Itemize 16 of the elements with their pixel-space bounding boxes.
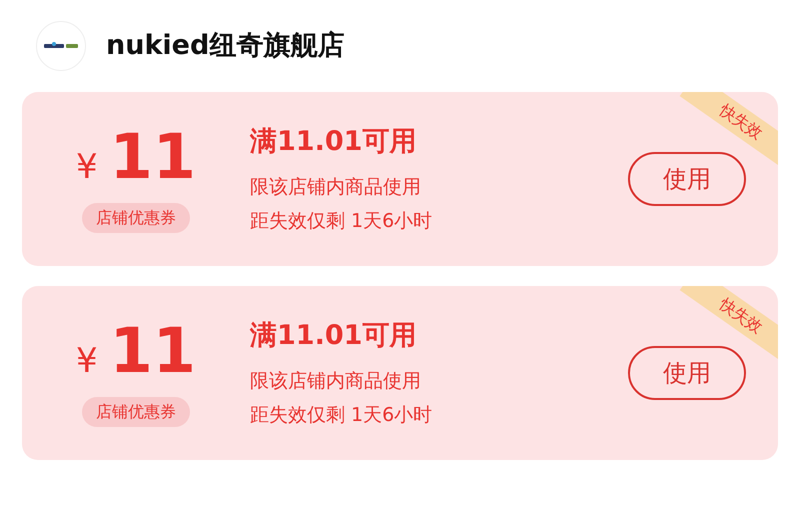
store-logo-icon [36,21,86,71]
coupon-amount: 11 [110,320,196,382]
use-button[interactable]: 使用 [628,152,746,206]
coupon-expiry: 距失效仅剩 1天6小时 [250,209,434,234]
coupon-type-tag: 店铺优惠券 [82,202,190,232]
coupon-type-tag: 店铺优惠券 [82,396,190,426]
coupon-scope: 限该店铺内商品使用 [250,174,422,200]
coupon-expiry: 距失效仅剩 1天6小时 [250,403,434,428]
coupon-condition: 满11.01可用 [250,319,418,354]
coupon-scope: 限该店铺内商品使用 [250,368,422,394]
store-name: nukied纽奇旗舰店 [106,28,344,63]
currency-symbol: ¥ [76,340,98,382]
currency-symbol: ¥ [76,146,98,188]
coupon-condition: 满11.01可用 [250,125,418,160]
use-button[interactable]: 使用 [628,346,746,400]
coupon-amount: 11 [110,126,196,188]
